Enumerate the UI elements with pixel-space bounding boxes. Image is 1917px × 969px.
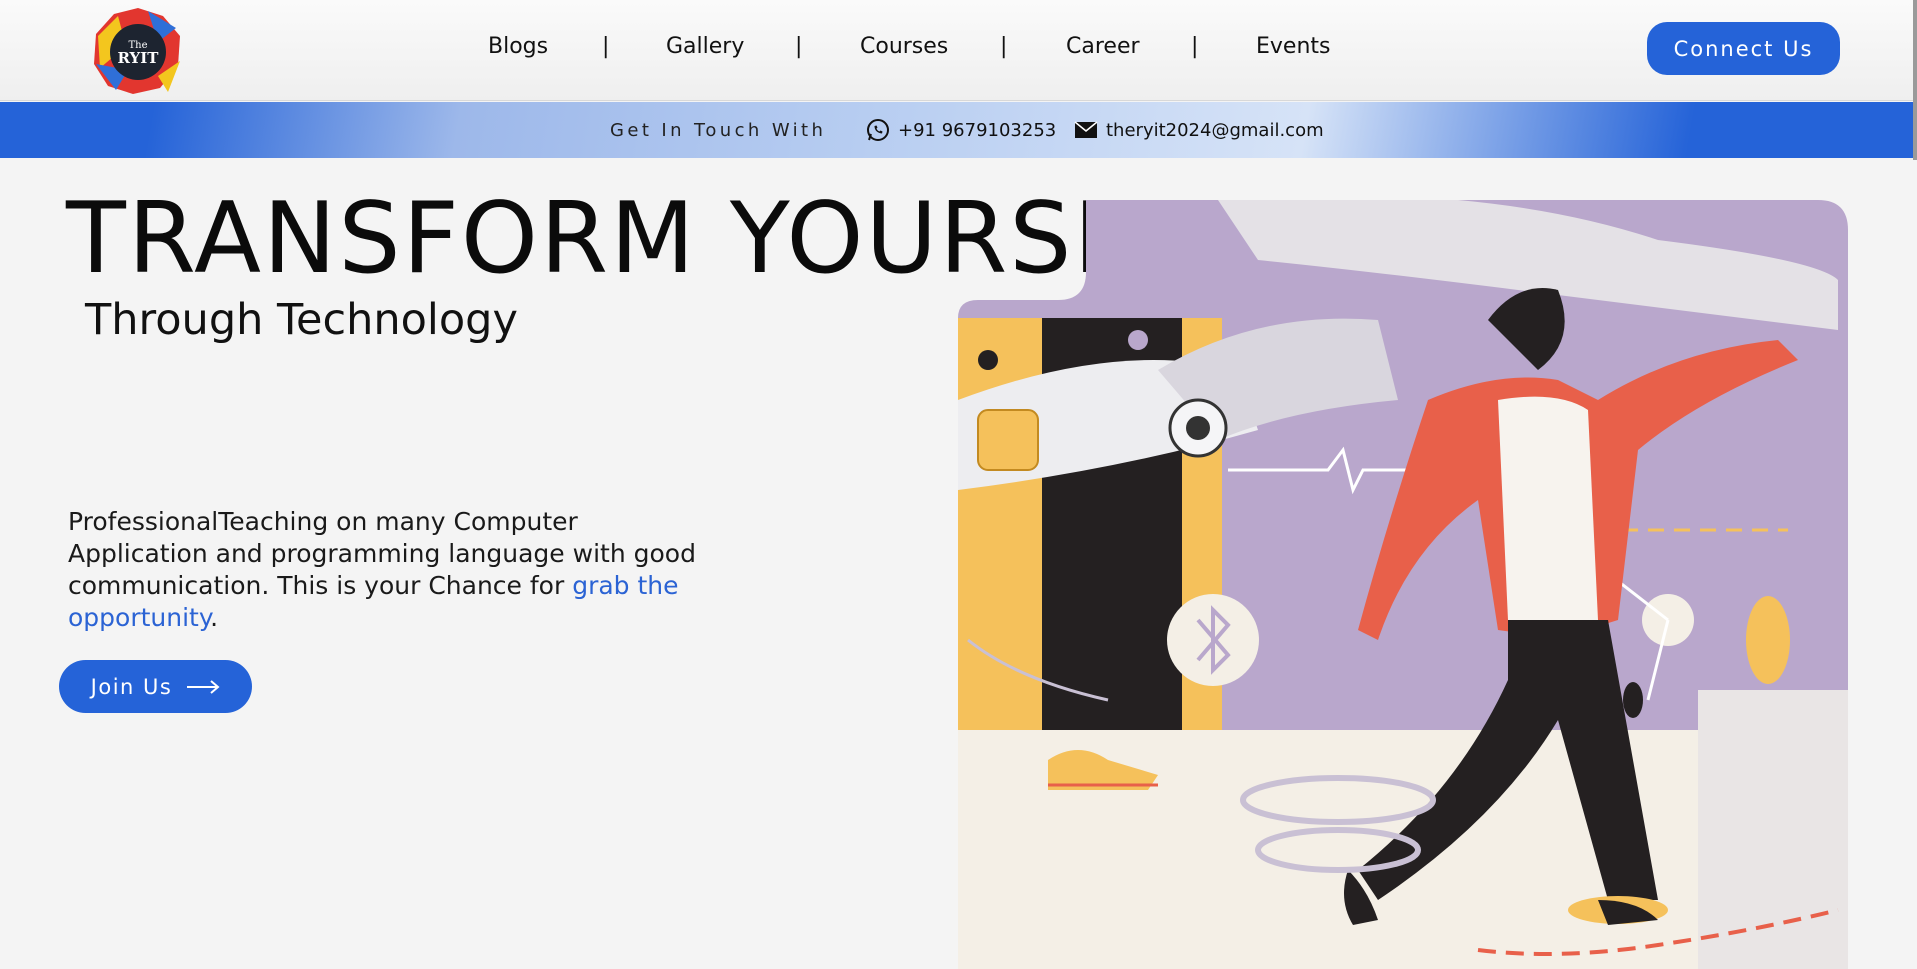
nav-gallery[interactable]: Gallery <box>666 34 744 59</box>
nav-separator: | <box>795 34 803 59</box>
nav-separator: | <box>602 34 610 59</box>
arrow-right-icon <box>187 679 220 694</box>
join-us-button[interactable]: Join Us <box>59 660 252 713</box>
nav-separator: | <box>1000 34 1008 59</box>
contact-bar: Get In Touch With +91 9679103253 theryit… <box>0 102 1917 158</box>
nav-career[interactable]: Career <box>1066 34 1140 59</box>
scrollbar[interactable] <box>1913 0 1917 160</box>
site-header: The RYIT Blogs | Gallery | Courses | Car… <box>0 0 1917 101</box>
contact-label: Get In Touch With <box>610 120 827 141</box>
mail-icon <box>1074 121 1098 138</box>
contact-email[interactable]: theryit2024@gmail.com <box>1106 120 1324 141</box>
whatsapp-icon <box>867 119 889 141</box>
nav-blogs[interactable]: Blogs <box>488 34 548 59</box>
contact-phone[interactable]: +91 9679103253 <box>898 120 1056 141</box>
nav-courses[interactable]: Courses <box>860 34 948 59</box>
nav-events[interactable]: Events <box>1256 34 1331 59</box>
nav-separator: | <box>1191 34 1199 59</box>
connect-us-button[interactable]: Connect Us <box>1647 22 1840 75</box>
main-nav: Blogs | Gallery | Courses | Career | Eve… <box>0 34 1917 64</box>
hero-description: ProfessionalTeaching on many Computer Ap… <box>68 507 696 632</box>
hero-subtitle: Through Technology <box>85 295 518 345</box>
hero-illustration <box>958 200 1848 969</box>
